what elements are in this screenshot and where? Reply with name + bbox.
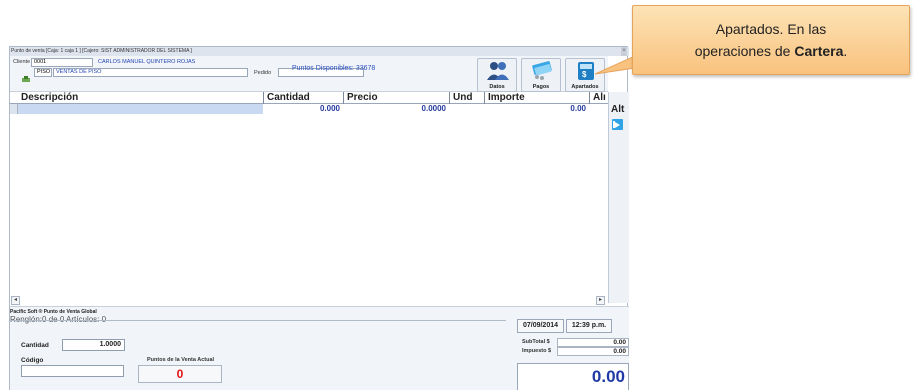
row-importe: 0.00 [570, 104, 586, 113]
impuesto-label: Impuesto $ [522, 348, 552, 354]
callout-line2: operaciones de Cartera. [633, 40, 909, 62]
cliente-name: CARLOS MANUEL QUINTERO ROJAS [98, 59, 196, 65]
close-icon[interactable]: × [621, 47, 627, 56]
pedido-label: Pedido [254, 70, 272, 76]
total-display: 0.00 [517, 363, 629, 390]
callout-line2-prefix: operaciones de [694, 43, 795, 59]
callout-bold-word: Cartera [794, 43, 844, 59]
money-icon [530, 61, 554, 81]
cliente-code-input[interactable]: 0001 [31, 58, 93, 67]
col-alt[interactable]: Alı [589, 92, 608, 104]
exit-arrow-icon[interactable] [612, 119, 623, 130]
codigo-input[interactable] [21, 365, 124, 377]
header-panel: Cliente 0001 CARLOS MANUEL QUINTERO ROJA… [10, 56, 608, 92]
table-row[interactable]: 0.000 0.0000 0.00 [18, 104, 608, 114]
callout-line1: Apartados. En las [715, 21, 827, 37]
col-importe[interactable]: Importe [484, 92, 589, 104]
puntos-disponibles: Puntos Disponibles: 33678 [292, 65, 376, 72]
date-display: 07/09/2014 [517, 319, 564, 333]
pagos-label: Pagos [532, 84, 550, 90]
row-cantidad: 0.000 [319, 104, 340, 113]
subtotal-value: 0.00 [557, 338, 629, 347]
puntos-venta-value: 0 [138, 365, 222, 383]
piso-name: VENTAS DE PISO [53, 68, 248, 77]
cantidad-input[interactable]: 1.0000 [62, 339, 125, 351]
col-cantidad[interactable]: Cantidad [263, 92, 343, 104]
col-und[interactable]: Und [449, 92, 484, 104]
row-marker [10, 104, 18, 114]
grid-header: Descripción Cantidad Precio Und Importe … [10, 92, 608, 104]
callout-note: Apartados. En las operaciones de Cartera… [632, 5, 910, 75]
col-precio[interactable]: Precio [343, 92, 449, 104]
time-display: 12:39 p.m. [566, 319, 612, 333]
callout-line2-suffix: . [843, 43, 848, 59]
pos-window: Punto de venta [Caja: 1 caja 1 ] [Cajero… [9, 46, 629, 390]
codigo-label: Código [21, 357, 44, 364]
datos-label: Datos [489, 84, 505, 90]
stage: Punto de venta [Caja: 1 caja 1 ] [Cajero… [0, 0, 919, 390]
cliente-label: Cliente [13, 59, 31, 65]
pagos-button[interactable]: Pagos [521, 58, 561, 92]
row-precio: 0.0000 [421, 104, 446, 113]
window-title: Punto de venta [Caja: 1 caja 1 ] [Cajero… [10, 47, 629, 56]
users-icon [486, 61, 510, 81]
alt-label: Alt [611, 104, 625, 115]
subtotal-label: SubTotal $ [522, 339, 550, 345]
piso-code[interactable]: PISO [34, 68, 52, 77]
piso-icon [22, 69, 30, 82]
puntos-venta-label: Puntos de la Venta Actual [147, 357, 215, 363]
impuesto-value: 0.00 [557, 347, 629, 356]
totals-group [10, 320, 506, 390]
scroll-right-button[interactable]: ▸ [596, 296, 605, 305]
footer-panel: Pacific Soft ® Punto de Venta Global Ren… [10, 306, 629, 390]
scroll-left-button[interactable]: ◂ [11, 296, 20, 305]
datos-button[interactable]: Datos [477, 58, 517, 92]
row-descripcion[interactable] [18, 104, 263, 114]
side-panel: Alt [608, 92, 629, 303]
apartados-label: Apartados [571, 84, 599, 90]
col-descripcion[interactable]: Descripción [18, 92, 263, 104]
svg-text:$: $ [582, 70, 587, 79]
cantidad-label: Cantidad [21, 342, 49, 349]
callout-pointer [595, 56, 635, 75]
